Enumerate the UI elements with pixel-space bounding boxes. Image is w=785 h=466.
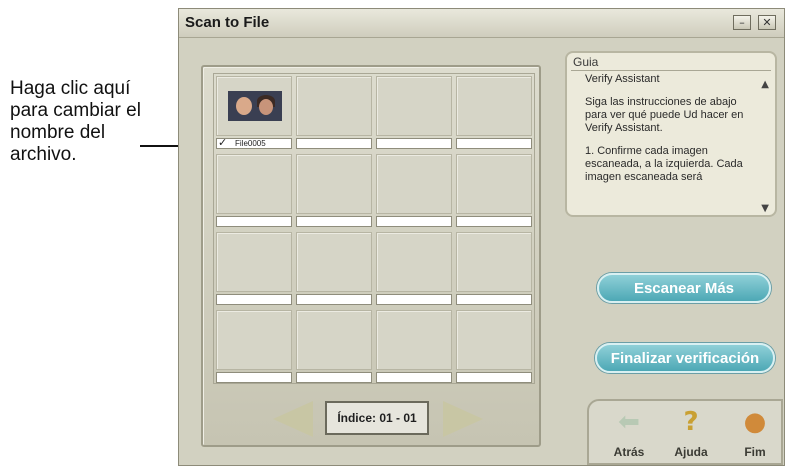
thumbnail-cell[interactable]	[214, 230, 294, 308]
guide-paragraph: Siga las instrucciones de abajo para ver…	[585, 96, 744, 134]
filename-text[interactable]: File0005	[235, 139, 266, 148]
thumbnail-slot[interactable]	[456, 310, 532, 370]
guide-content: Verify Assistant Siga las instrucciones …	[585, 73, 755, 194]
thumbnail-cell[interactable]	[374, 230, 454, 308]
filename-field[interactable]: ✓ File0005	[216, 136, 292, 149]
minimize-button[interactable]: –	[733, 15, 751, 30]
guide-paragraph: 1. Confirme cada imagen escaneada, a la …	[585, 145, 743, 183]
guide-panel: Guia Verify Assistant Siga las instrucci…	[565, 51, 777, 217]
thumbnail-grid: ✓ File0005	[213, 73, 535, 384]
filename-field[interactable]	[216, 372, 292, 383]
thumbnail-grid-frame: ✓ File0005 Índice: 01 - 01	[201, 65, 541, 447]
thumbnail-slot[interactable]	[216, 154, 292, 214]
guide-divider	[571, 70, 771, 71]
next-page-arrow-icon[interactable]	[443, 401, 483, 437]
finish-ball-icon[interactable]: ●	[729, 407, 781, 437]
back-label[interactable]: Atrás	[603, 445, 655, 459]
checkmark-icon[interactable]: ✓	[218, 136, 227, 149]
callout-text: Haga clic aquí para cambiar el nombre de…	[10, 78, 141, 165]
thumbnail-slot[interactable]	[376, 232, 452, 292]
thumbnail-cell[interactable]	[214, 308, 294, 386]
filename-field[interactable]	[456, 138, 532, 149]
thumbnail-slot[interactable]	[216, 76, 292, 136]
thumbnail-cell[interactable]	[294, 152, 374, 230]
window-title: Scan to File	[185, 14, 270, 31]
thumbnail-slot[interactable]	[376, 310, 452, 370]
previous-page-arrow-icon[interactable]	[273, 401, 313, 437]
thumbnail-slot[interactable]	[296, 76, 372, 136]
filename-field[interactable]	[376, 216, 452, 227]
thumbnail-slot[interactable]	[456, 154, 532, 214]
back-button[interactable]: ⬅ Atrás	[603, 407, 655, 459]
filename-field[interactable]	[296, 372, 372, 383]
thumbnail-slot[interactable]	[376, 76, 452, 136]
guide-header: Guia	[573, 55, 599, 69]
thumbnail-cell[interactable]	[374, 308, 454, 386]
filename-field[interactable]	[296, 138, 372, 149]
thumbnail-slot[interactable]	[456, 76, 532, 136]
help-label[interactable]: Ajuda	[665, 445, 717, 459]
thumbnail-cell[interactable]	[454, 308, 534, 386]
scroll-down-icon[interactable]: ▼	[761, 203, 769, 214]
scanned-photo-thumbnail[interactable]	[228, 91, 282, 121]
filename-field[interactable]	[296, 216, 372, 227]
filename-field[interactable]	[376, 294, 452, 305]
filename-field[interactable]	[456, 372, 532, 383]
photo-person	[236, 97, 252, 115]
filename-field[interactable]	[456, 216, 532, 227]
thumbnail-cell[interactable]	[294, 230, 374, 308]
thumbnail-cell[interactable]	[294, 74, 374, 152]
back-arrow-icon[interactable]: ⬅	[603, 407, 655, 437]
thumbnail-cell[interactable]	[294, 308, 374, 386]
thumbnail-slot[interactable]	[296, 154, 372, 214]
thumbnail-slot[interactable]	[376, 154, 452, 214]
thumbnail-slot[interactable]	[296, 232, 372, 292]
thumbnail-cell[interactable]	[454, 152, 534, 230]
thumbnail-slot[interactable]	[216, 310, 292, 370]
thumbnail-slot[interactable]	[456, 232, 532, 292]
index-navigation: Índice: 01 - 01	[273, 397, 483, 441]
thumbnail-cell[interactable]	[214, 152, 294, 230]
thumbnail-cell[interactable]	[374, 152, 454, 230]
thumbnail-slot[interactable]	[296, 310, 372, 370]
filename-field[interactable]	[456, 294, 532, 305]
scroll-up-icon[interactable]: ▲	[761, 79, 769, 90]
scan-more-button[interactable]: Escanear Más	[597, 273, 771, 303]
title-bar: Scan to File – ✕	[179, 9, 784, 38]
filename-field[interactable]	[376, 372, 452, 383]
thumbnail-cell[interactable]	[374, 74, 454, 152]
close-button[interactable]: ✕	[758, 15, 776, 30]
thumbnail-cell[interactable]: ✓ File0005	[214, 74, 294, 152]
help-button[interactable]: ? Ajuda	[665, 407, 717, 459]
question-icon[interactable]: ?	[665, 407, 717, 437]
filename-field[interactable]	[376, 138, 452, 149]
guide-title: Verify Assistant	[585, 73, 660, 85]
filename-field[interactable]	[296, 294, 372, 305]
filename-field[interactable]	[216, 216, 292, 227]
photo-person	[259, 99, 273, 115]
index-display: Índice: 01 - 01	[325, 401, 429, 435]
thumbnail-slot[interactable]	[216, 232, 292, 292]
filename-field[interactable]	[216, 294, 292, 305]
scan-to-file-window: Scan to File – ✕ ✓ File0005 Índice: 01 -…	[178, 8, 785, 466]
finalize-verification-button[interactable]: Finalizar verificación	[595, 343, 775, 373]
bottom-navigation-panel: ⬅ Atrás ? Ajuda ● Fim	[587, 399, 783, 465]
finish-button[interactable]: ● Fim	[729, 407, 781, 459]
finish-label[interactable]: Fim	[729, 445, 781, 459]
thumbnail-cell[interactable]	[454, 230, 534, 308]
thumbnail-cell[interactable]	[454, 74, 534, 152]
